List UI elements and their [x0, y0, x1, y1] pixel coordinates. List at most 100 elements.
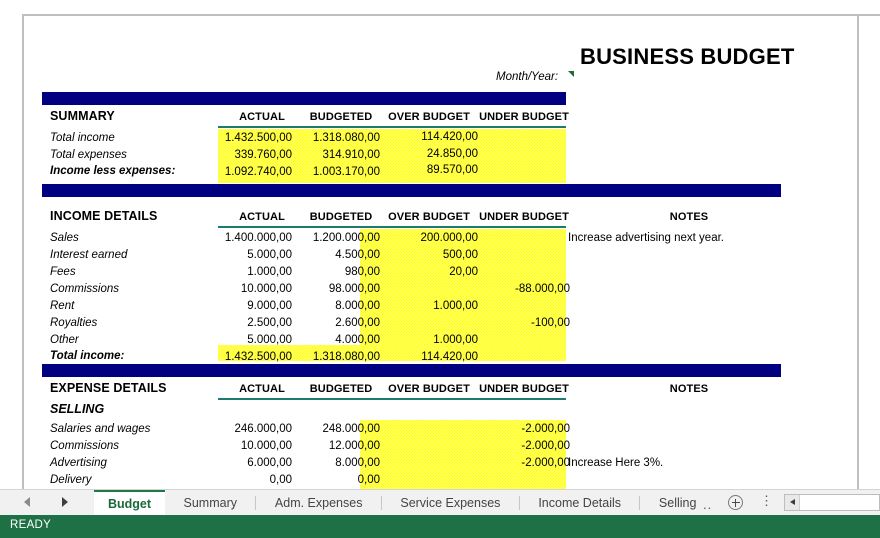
income-row-note: Increase advertising next year.	[568, 232, 724, 244]
status-text: READY	[10, 519, 52, 531]
income-row-budgeted: 980,00	[344, 266, 380, 278]
expense-col-under: UNDER BUDGET	[479, 383, 569, 395]
income-row-label: Rent	[50, 300, 75, 312]
expense-header-rule	[218, 398, 566, 400]
more-options-icon[interactable]: ⋮	[760, 494, 773, 512]
sheet-tab-income-details[interactable]: Income Details	[524, 490, 635, 516]
income-row-label: Royalties	[50, 317, 98, 329]
horizontal-scrollbar[interactable]	[784, 494, 880, 511]
sheet-tab-bar[interactable]: Budget Summary Adm. Expenses Service Exp…	[0, 489, 880, 516]
tab-separator	[380, 496, 382, 510]
expense-row-actual: 6.000,00	[247, 457, 292, 469]
income-col-under: UNDER BUDGET	[479, 211, 569, 223]
income-row-actual: 9.000,00	[247, 300, 292, 312]
income-row-label: Other	[50, 334, 79, 346]
expense-row-budgeted: 248.000,00	[322, 423, 380, 435]
sheet-tab-service-expenses[interactable]: Service Expenses	[386, 490, 514, 516]
add-sheet-icon[interactable]	[728, 495, 744, 511]
income-row-label: Commissions	[50, 283, 120, 295]
scroll-left-icon[interactable]	[785, 495, 800, 510]
income-row-over: 200.000,00	[420, 232, 478, 244]
income-total-label: Total income:	[50, 350, 125, 362]
summary-col-budgeted: BUDGETED	[309, 111, 373, 123]
summary-row-label: Total income	[50, 132, 115, 144]
summary-row-actual: 1.092.740,00	[224, 166, 292, 178]
summary-col-actual: ACTUAL	[239, 111, 285, 123]
income-row-actual: 1.400.000,00	[224, 232, 292, 244]
expense-row-note: Increase Here 3%.	[568, 457, 664, 469]
income-total-over: 114.420,00	[421, 351, 478, 363]
summary-row-label: Total expenses	[50, 149, 127, 161]
income-row-actual: 10.000,00	[240, 283, 292, 295]
expense-row-actual: 246.000,00	[234, 423, 292, 435]
expense-row-budgeted: 8.000,00	[335, 457, 380, 469]
income-top-band	[42, 184, 781, 197]
summary-row-over: 24.850,00	[426, 148, 478, 160]
expense-section-title: EXPENSE DETAILS	[50, 381, 167, 395]
summary-top-band	[42, 92, 566, 105]
expense-col-actual: ACTUAL	[239, 383, 285, 395]
income-header-rule	[218, 226, 566, 228]
expense-col-notes: NOTES	[669, 383, 709, 395]
income-row-over: 1.000,00	[433, 334, 478, 346]
frame-border-right	[857, 14, 859, 489]
income-row-budgeted: 1.200.000,00	[312, 232, 380, 244]
tab-separator	[639, 496, 641, 510]
expense-row-actual: 0,00	[269, 474, 292, 486]
income-row-budgeted: 4.000,00	[335, 334, 380, 346]
expense-row-label: Advertising	[50, 457, 107, 469]
income-row-label: Fees	[50, 266, 76, 278]
income-row-label: Interest earned	[50, 249, 128, 261]
sheet-tab-selling[interactable]: Selling	[645, 490, 711, 516]
income-col-budgeted: BUDGETED	[309, 211, 373, 223]
expense-row-under: -2.000,00	[521, 457, 570, 469]
income-section-title: INCOME DETAILS	[50, 209, 158, 223]
expense-row-budgeted: 12.000,00	[328, 440, 380, 452]
summary-col-over: OVER BUDGET	[388, 111, 470, 123]
income-row-over: 20,00	[449, 266, 478, 278]
page-title: BUSINESS BUDGET	[580, 44, 795, 69]
expense-row-label: Delivery	[50, 474, 92, 486]
sheet-tab-summary[interactable]: Summary	[170, 490, 251, 516]
income-row-actual: 5.000,00	[247, 334, 292, 346]
summary-header-rule	[218, 126, 566, 128]
sheet-tabs[interactable]: Budget Summary Adm. Expenses Service Exp…	[94, 490, 710, 516]
income-row-budgeted: 4.500,00	[335, 249, 380, 261]
summary-row-budgeted: 1.003.170,00	[312, 166, 380, 178]
expense-row-label: Commissions	[50, 440, 120, 452]
summary-row-over: 89.570,00	[426, 164, 478, 176]
previous-sheet-icon[interactable]	[24, 497, 30, 507]
tab-separator	[518, 496, 520, 510]
status-bar: READY	[0, 515, 880, 538]
tab-separator	[255, 496, 257, 510]
summary-col-under: UNDER BUDGET	[479, 111, 569, 123]
income-row-actual: 2.500,00	[247, 317, 292, 329]
add-sheet-plus-v	[735, 498, 736, 507]
summary-row-budgeted: 314.910,00	[322, 149, 380, 161]
income-row-under: -88.000,00	[515, 283, 570, 295]
comment-marker-icon[interactable]	[568, 71, 574, 77]
next-sheet-icon[interactable]	[62, 497, 68, 507]
income-col-notes: NOTES	[669, 211, 709, 223]
income-row-budgeted: 8.000,00	[335, 300, 380, 312]
summary-section-title: SUMMARY	[50, 109, 115, 123]
expense-group-title: SELLING	[50, 402, 105, 416]
expense-row-label: Salaries and wages	[50, 423, 151, 435]
summary-row-over: 114.420,00	[421, 131, 478, 143]
income-row-actual: 5.000,00	[247, 249, 292, 261]
sheet-tab-budget[interactable]: Budget	[94, 490, 166, 516]
summary-row-actual: 339.760,00	[234, 149, 292, 161]
worksheet-area[interactable]: BUSINESS BUDGET Month/Year: SUMMARY ACTU…	[0, 0, 880, 489]
summary-row-budgeted: 1.318.080,00	[312, 132, 380, 144]
sheet-nav-buttons[interactable]	[14, 490, 88, 516]
income-total-actual: 1.432.500,00	[224, 351, 292, 363]
sheet-tab-adm-expenses[interactable]: Adm. Expenses	[261, 490, 377, 516]
sheet-overflow-indicator[interactable]: ..	[703, 490, 712, 516]
income-row-budgeted: 98.000,00	[328, 283, 380, 295]
expense-row-under: -2.000,00	[521, 440, 570, 452]
expense-row-under: -2.000,00	[521, 423, 570, 435]
month-year-label: Month/Year:	[496, 71, 559, 83]
sheet-canvas[interactable]: BUSINESS BUDGET Month/Year: SUMMARY ACTU…	[24, 16, 857, 489]
income-row-over: 500,00	[442, 249, 478, 261]
summary-row-actual: 1.432.500,00	[224, 132, 292, 144]
